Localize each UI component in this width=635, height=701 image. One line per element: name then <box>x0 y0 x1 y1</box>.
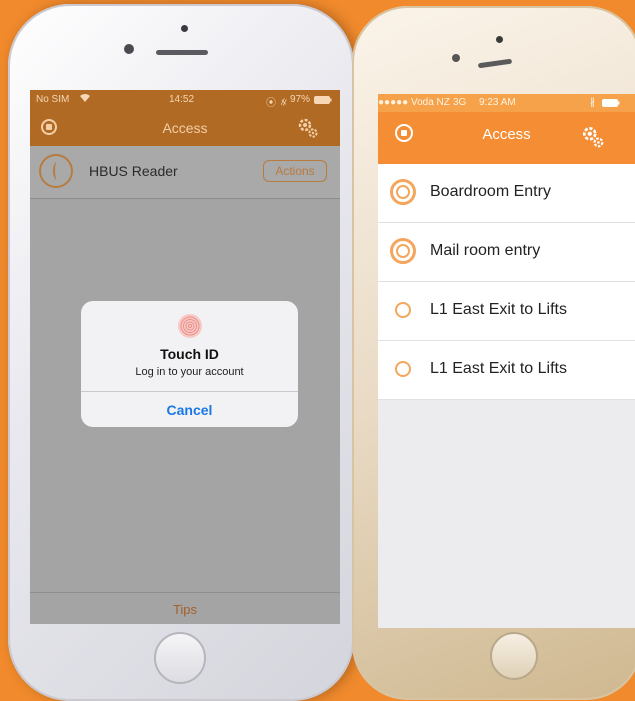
nav-bar: Access <box>30 110 340 146</box>
left-screen: No SIM 14:52 ⦿ ∦ 97% Access HBUS Reader … <box>30 90 340 624</box>
reader-name: HBUS Reader <box>89 163 178 179</box>
touch-id-dialog: Touch ID Log in to your account Cancel <box>81 301 298 427</box>
door-ring-icon <box>390 238 416 264</box>
door-label: L1 East Exit to Lifts <box>430 301 567 318</box>
list-item[interactable]: L1 East Exit to Lifts <box>378 282 635 341</box>
battery-icon <box>314 96 332 107</box>
right-phone: ●●●●● Voda NZ 3G 9:23 AM ∦ Access Boardr… <box>352 6 635 700</box>
reader-row[interactable]: HBUS Reader Actions <box>30 146 340 199</box>
earpiece-speaker <box>156 50 208 55</box>
list-item[interactable]: Mail room entry <box>378 223 635 282</box>
left-phone: No SIM 14:52 ⦿ ∦ 97% Access HBUS Reader … <box>8 4 354 701</box>
door-label: L1 East Exit to Lifts <box>430 360 567 377</box>
right-screen: ●●●●● Voda NZ 3G 9:23 AM ∦ Access Boardr… <box>378 94 635 628</box>
tips-bar[interactable]: Tips <box>30 592 340 624</box>
bluetooth-icon: ⦿ ∦ <box>266 98 289 109</box>
door-list: Boardroom Entry Mail room entry L1 East … <box>378 164 635 400</box>
carrier-label: No SIM <box>36 94 70 105</box>
home-button[interactable] <box>490 632 538 680</box>
nav-title: Access <box>162 120 208 136</box>
battery-icon <box>602 99 620 110</box>
reader-logo-icon <box>39 154 73 188</box>
door-ring-icon <box>395 302 411 318</box>
front-camera <box>181 25 188 32</box>
nav-bar: Access <box>378 112 635 164</box>
list-item[interactable]: L1 East Exit to Lifts <box>378 341 635 400</box>
clock-label: 9:23 AM <box>479 97 516 108</box>
proximity-sensor <box>452 54 460 62</box>
battery-percent: 97% <box>290 94 311 105</box>
dialog-title: Touch ID <box>160 346 219 362</box>
fingerprint-icon <box>178 314 202 338</box>
home-button[interactable] <box>154 632 206 684</box>
clock-label: 14:52 <box>169 94 195 105</box>
door-label: Mail room entry <box>430 242 541 259</box>
door-ring-icon <box>395 361 411 377</box>
cancel-button[interactable]: Cancel <box>81 402 298 418</box>
status-bar: No SIM 14:52 ⦿ ∦ 97% <box>30 90 340 110</box>
list-item[interactable]: Boardroom Entry <box>378 164 635 223</box>
gear-icon[interactable] <box>580 124 606 150</box>
tips-label[interactable]: Tips <box>30 602 340 617</box>
status-bar: ●●●●● Voda NZ 3G 9:23 AM ∦ <box>378 94 635 112</box>
carrier-label: ●●●●● Voda NZ <box>378 97 450 108</box>
gear-icon[interactable] <box>296 116 320 140</box>
door-ring-icon <box>390 179 416 205</box>
actions-button[interactable]: Actions <box>263 160 327 182</box>
front-camera <box>496 36 503 43</box>
wifi-icon <box>80 94 90 105</box>
dialog-message: Log in to your account <box>135 366 244 378</box>
network-label: 3G <box>453 97 467 108</box>
dialog-divider <box>81 391 298 392</box>
door-label: Boardroom Entry <box>430 183 551 200</box>
earpiece-speaker <box>477 58 513 69</box>
bluetooth-icon: ∦ <box>590 97 595 108</box>
proximity-sensor <box>124 44 134 54</box>
